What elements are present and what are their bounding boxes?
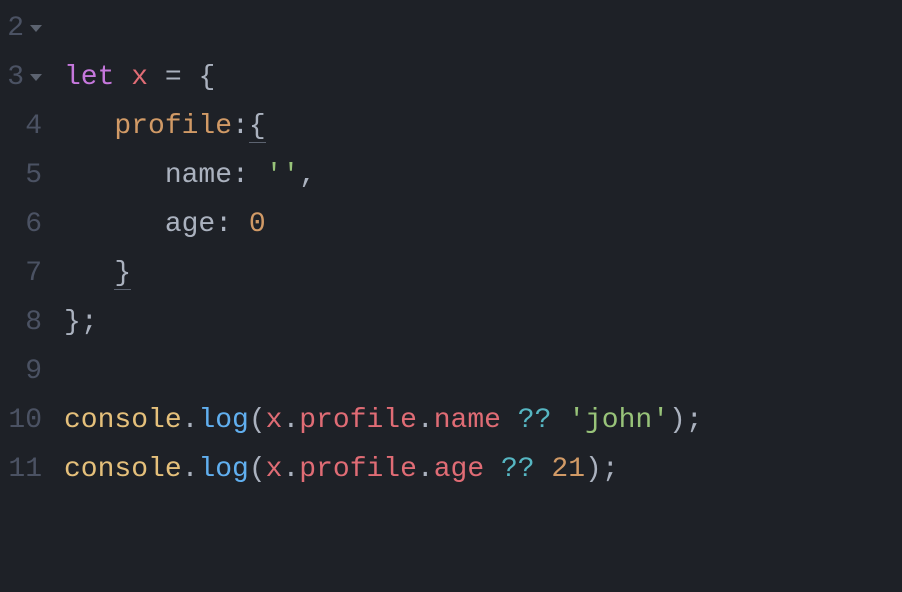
object-token: console bbox=[64, 405, 182, 436]
brace-token: } bbox=[114, 258, 131, 290]
brace-token: } bbox=[64, 307, 81, 338]
string-token: 'john' bbox=[568, 405, 669, 436]
fold-icon[interactable] bbox=[30, 74, 42, 81]
code-line: console.log(x.profile.age ?? 21); bbox=[64, 445, 902, 494]
punct-token: : bbox=[232, 111, 249, 142]
punct-token: . bbox=[182, 454, 199, 485]
punct-token: . bbox=[282, 454, 299, 485]
line-number-gutter: 2 3 4 5 6 7 8 9 10 11 bbox=[0, 4, 48, 554]
function-token: log bbox=[198, 405, 248, 436]
punct-token: ( bbox=[249, 405, 266, 436]
number-token: 21 bbox=[551, 454, 585, 485]
variable-token: x bbox=[131, 62, 148, 93]
code-line: console.log(x.profile.name ?? 'john'); bbox=[64, 396, 902, 445]
property-token: profile bbox=[114, 111, 232, 142]
line-number: 6 bbox=[0, 200, 42, 249]
line-number: 8 bbox=[0, 298, 42, 347]
code-line: } bbox=[64, 249, 902, 298]
line-number: 11 bbox=[0, 445, 42, 494]
code-line: age: 0 bbox=[64, 200, 902, 249]
code-line: }; bbox=[64, 298, 902, 347]
brace-token: { bbox=[198, 62, 215, 93]
punct-token: . bbox=[417, 454, 434, 485]
punct-token: , bbox=[299, 160, 316, 191]
code-line: name: '', bbox=[64, 151, 902, 200]
punct-token: . bbox=[417, 405, 434, 436]
property-token: age bbox=[165, 209, 215, 240]
line-number: 5 bbox=[0, 151, 42, 200]
line-number: 10 bbox=[0, 396, 42, 445]
punct-token: = bbox=[165, 62, 182, 93]
object-token: console bbox=[64, 454, 182, 485]
line-number: 3 bbox=[0, 53, 42, 102]
code-editor[interactable]: 2 3 4 5 6 7 8 9 10 11 let x = { profile:… bbox=[0, 4, 902, 554]
punct-token: . bbox=[182, 405, 199, 436]
function-token: log bbox=[198, 454, 248, 485]
code-area[interactable]: let x = { profile:{ name: '', age: 0 }};… bbox=[48, 4, 902, 554]
property-token: profile bbox=[299, 454, 417, 485]
variable-token: x bbox=[266, 405, 283, 436]
code-line bbox=[64, 347, 902, 396]
punct-token: . bbox=[282, 405, 299, 436]
line-number: 4 bbox=[0, 102, 42, 151]
punct-token: ( bbox=[249, 454, 266, 485]
number-token: 0 bbox=[249, 209, 266, 240]
variable-token: x bbox=[266, 454, 283, 485]
property-token: profile bbox=[299, 405, 417, 436]
operator-token: ?? bbox=[501, 454, 535, 485]
line-number: 7 bbox=[0, 249, 42, 298]
punct-token: ; bbox=[81, 307, 98, 338]
punct-token: : bbox=[232, 160, 249, 191]
punct-token: : bbox=[215, 209, 232, 240]
punct-token: ) bbox=[585, 454, 602, 485]
punct-token: ; bbox=[602, 454, 619, 485]
fold-icon[interactable] bbox=[30, 25, 42, 32]
punct-token: ; bbox=[686, 405, 703, 436]
property-token: age bbox=[434, 454, 484, 485]
property-token: name bbox=[165, 160, 232, 191]
string-token: '' bbox=[266, 160, 300, 191]
line-number: 9 bbox=[0, 347, 42, 396]
brace-token: { bbox=[249, 111, 266, 143]
keyword-token: let bbox=[64, 62, 114, 93]
property-token: name bbox=[434, 405, 501, 436]
operator-token: ?? bbox=[518, 405, 552, 436]
code-line: let x = { bbox=[64, 53, 902, 102]
code-line: profile:{ bbox=[64, 102, 902, 151]
punct-token: ) bbox=[669, 405, 686, 436]
line-number: 2 bbox=[0, 4, 42, 53]
